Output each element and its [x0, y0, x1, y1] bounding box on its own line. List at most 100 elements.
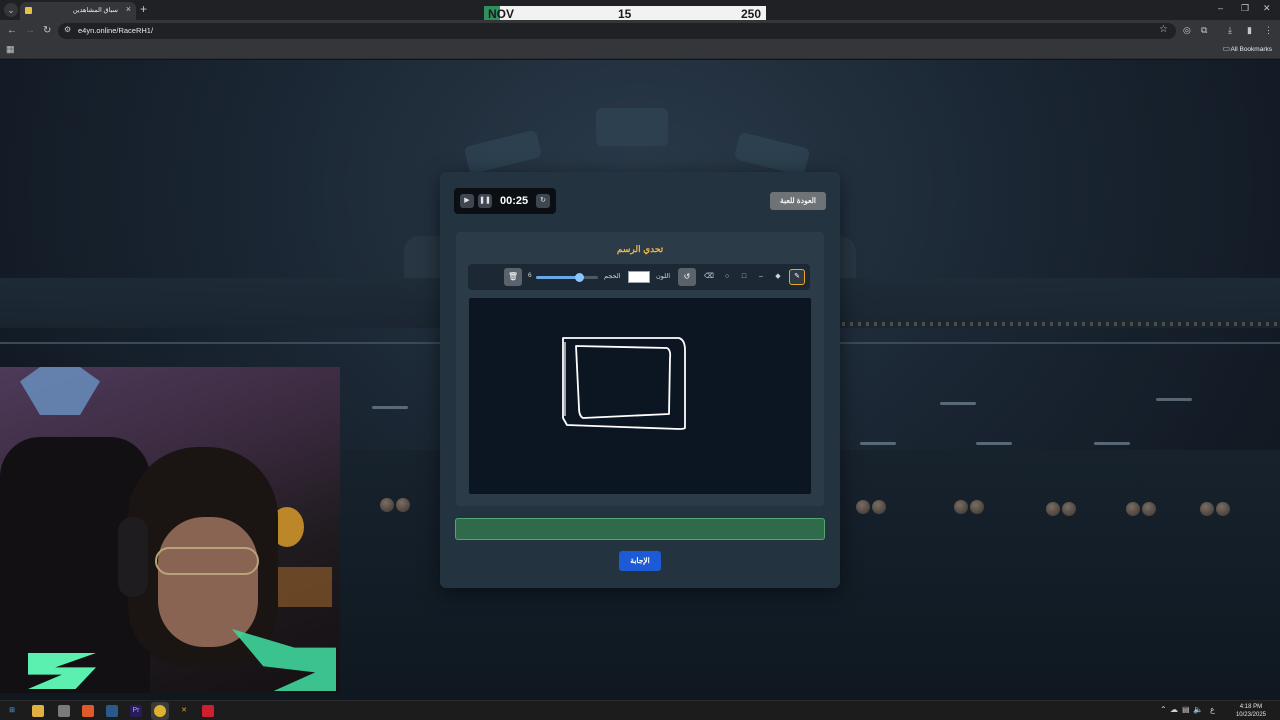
- clock-time: 4:18 PM: [1239, 704, 1263, 710]
- arena-sign: [596, 108, 668, 146]
- challenge-title: تحدي الرسم: [616, 244, 664, 254]
- brush-size-value: 6: [528, 272, 532, 279]
- arena-lamp: [1156, 398, 1192, 401]
- arena-ball: [1142, 502, 1156, 516]
- arena-rail: [0, 342, 440, 344]
- file-explorer-icon[interactable]: [32, 705, 44, 717]
- undo-icon[interactable]: ↺: [678, 268, 696, 286]
- arena-ball: [1046, 502, 1060, 516]
- bookmarks-bar: ▦ ▭ All Bookmarks: [0, 42, 1280, 59]
- arena-ball: [396, 498, 410, 512]
- incognito-icon[interactable]: ◎: [1183, 25, 1191, 36]
- arena-ball: [1216, 502, 1230, 516]
- apps-grid-icon[interactable]: ▦: [6, 44, 15, 55]
- slider-thumb[interactable]: [575, 273, 585, 282]
- trash-icon[interactable]: 🗑: [504, 268, 522, 286]
- tray-chevron-icon[interactable]: ⌃: [1160, 705, 1167, 714]
- browser-tab[interactable]: سباق المشاهدين ×: [20, 2, 136, 20]
- back-to-game-button[interactable]: العودة للعبة: [770, 192, 826, 210]
- play-icon[interactable]: ▶: [460, 194, 474, 208]
- volume-icon[interactable]: 🔈: [1193, 705, 1203, 714]
- bookmark-star-icon[interactable]: ☆: [1159, 24, 1168, 35]
- tab-search-icon[interactable]: ⌄: [4, 3, 18, 17]
- app-icon[interactable]: ✕: [178, 705, 190, 717]
- fill-icon[interactable]: ◆: [771, 270, 785, 284]
- arena-lamp: [940, 402, 976, 405]
- store-icon[interactable]: [58, 705, 70, 717]
- reload-icon[interactable]: ↻: [43, 24, 51, 38]
- glasses: [155, 547, 259, 575]
- menu-icon[interactable]: ⋮: [1264, 25, 1273, 36]
- headset: [118, 517, 148, 597]
- brave-icon[interactable]: [82, 705, 94, 717]
- timer-widget: ▶ ❚❚ 00:25 ↻: [454, 188, 556, 214]
- size-label: الحجم: [604, 273, 621, 280]
- arena-rail: [840, 342, 1280, 344]
- download-icon[interactable]: ⤓: [1228, 25, 1232, 36]
- slider-fill: [536, 276, 580, 279]
- network-icon[interactable]: ▤: [1182, 705, 1190, 714]
- streamer-face: [158, 517, 258, 647]
- circle-icon[interactable]: ○: [720, 270, 734, 284]
- arena-lights: [842, 322, 1280, 326]
- premiere-icon[interactable]: Pr: [130, 705, 142, 717]
- steam-icon[interactable]: [106, 705, 118, 717]
- tab-close-icon[interactable]: ×: [126, 4, 131, 14]
- score-month: NOV: [488, 7, 515, 21]
- arena-lamp: [372, 406, 408, 409]
- pause-icon[interactable]: ❚❚: [478, 194, 492, 208]
- arena-ball: [380, 498, 394, 512]
- arena-lamp: [976, 442, 1012, 445]
- timer-display: 00:25: [500, 195, 529, 207]
- brush-size-slider[interactable]: [536, 273, 598, 282]
- profile-icon[interactable]: ▮: [1247, 25, 1252, 36]
- restore-icon[interactable]: ❐: [1241, 3, 1249, 14]
- drawing-canvas[interactable]: [469, 298, 811, 494]
- answer-input[interactable]: [455, 518, 825, 540]
- forward-icon[interactable]: →: [25, 24, 35, 38]
- color-picker[interactable]: [628, 271, 650, 283]
- arena-ball: [1126, 502, 1140, 516]
- input-language[interactable]: ع: [1210, 705, 1215, 714]
- color-label: اللون: [656, 273, 671, 280]
- channel-logo-accent: [232, 629, 336, 691]
- all-bookmarks-link[interactable]: All Bookmarks: [1230, 46, 1272, 53]
- address-bar[interactable]: ⚙ e4yn.online/RaceRH1/ ☆: [58, 23, 1176, 39]
- score-value-a: 15: [618, 7, 632, 21]
- arena-ball: [1062, 502, 1076, 516]
- drawing-strokes: [562, 337, 686, 430]
- favicon-icon: [25, 7, 32, 14]
- extensions-icon[interactable]: ⧉: [1201, 25, 1207, 36]
- reset-timer-icon[interactable]: ↻: [536, 194, 550, 208]
- minimize-icon[interactable]: –: [1218, 3, 1223, 13]
- submit-answer-button[interactable]: الإجابة: [619, 551, 661, 571]
- arena-ball: [872, 500, 886, 514]
- arena-ball: [970, 500, 984, 514]
- eraser-icon[interactable]: ⌫: [702, 270, 716, 284]
- site-info-icon[interactable]: ⚙: [64, 25, 71, 34]
- chrome-icon[interactable]: [154, 705, 166, 717]
- line-icon[interactable]: –: [754, 270, 768, 284]
- cloud-icon[interactable]: ☁: [1170, 705, 1178, 714]
- recorder-icon[interactable]: [202, 705, 214, 717]
- drawing-challenge-modal: ▶ ❚❚ 00:25 ↻ العودة للعبة تحدي الرسم 🗑 6…: [440, 172, 840, 588]
- webcam-overlay: [0, 367, 340, 693]
- stroke-inner-rect: [575, 345, 672, 419]
- arena-sign: [463, 129, 543, 175]
- close-window-icon[interactable]: ✕: [1263, 3, 1271, 14]
- back-icon[interactable]: ←: [7, 24, 17, 38]
- arena-ball: [1200, 502, 1214, 516]
- arena-lamp: [1094, 442, 1130, 445]
- taskbar-clock[interactable]: 4:18 PM 10/23/2025: [1236, 703, 1266, 719]
- arena-ball: [856, 500, 870, 514]
- rectangle-icon[interactable]: □: [737, 270, 751, 284]
- arena-ball: [954, 500, 968, 514]
- folder-icon: ▭: [1222, 44, 1230, 53]
- start-icon[interactable]: ⊞: [6, 705, 18, 717]
- clock-date: 10/23/2025: [1235, 712, 1266, 718]
- drawing-toolbar: 🗑 6 الحجم اللون ↺ ⌫ ○ □ – ◆ ✎: [468, 264, 810, 290]
- pencil-icon[interactable]: ✎: [789, 269, 805, 285]
- score-value-b: 250: [741, 7, 762, 21]
- taskbar: ⊞ Pr ✕ ⌃ ☁ ▤ 🔈 ع 4:18 PM 10/23/2025: [0, 700, 1280, 720]
- new-tab-icon[interactable]: +: [140, 2, 147, 16]
